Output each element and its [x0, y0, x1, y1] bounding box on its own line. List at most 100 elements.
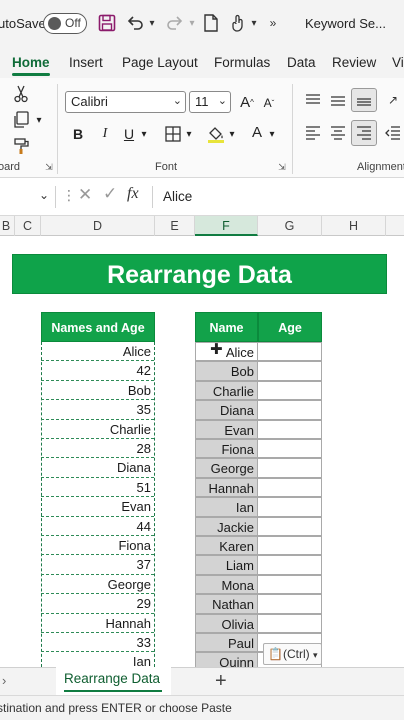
cut-icon[interactable] — [12, 84, 30, 104]
name-cell[interactable]: Liam — [195, 555, 258, 575]
list-cell[interactable]: Hannah — [41, 614, 154, 633]
list-cell[interactable]: Bob — [41, 381, 154, 401]
list-cell[interactable]: Charlie — [41, 420, 154, 439]
name-cell[interactable]: Mona — [195, 574, 258, 595]
customize-toolbar-icon[interactable]: » — [266, 12, 280, 34]
age-cell[interactable] — [258, 497, 322, 517]
save-icon[interactable] — [96, 12, 118, 34]
align-left-icon[interactable] — [303, 122, 323, 144]
age-cell[interactable] — [258, 594, 322, 614]
formula-input[interactable]: Alice — [152, 186, 404, 208]
paste-options-button[interactable]: 📋(Ctrl) ▾ — [263, 643, 322, 665]
align-bottom-icon[interactable] — [351, 88, 377, 112]
column-header-f[interactable]: F — [195, 216, 258, 236]
column-header-h[interactable]: H — [322, 216, 386, 236]
name-box[interactable]: ⌄ — [0, 186, 56, 208]
add-sheet-button[interactable]: + — [215, 670, 227, 693]
fill-color-icon[interactable] — [206, 122, 226, 146]
list-cell[interactable]: Diana — [41, 458, 154, 478]
list-cell[interactable]: 33 — [41, 633, 154, 653]
search-box[interactable]: Keyword Se... — [305, 16, 386, 31]
confirm-icon[interactable]: ✓ — [103, 184, 117, 204]
name-cell[interactable]: Quinn — [195, 652, 258, 667]
fill-dropdown-icon[interactable]: ▾ — [226, 124, 238, 144]
align-center-icon[interactable] — [328, 122, 348, 144]
name-cell[interactable]: Alice — [195, 342, 258, 362]
list-cell[interactable]: 35 — [41, 400, 154, 420]
column-header-b[interactable]: B — [0, 216, 15, 236]
insert-function-button[interactable]: fx — [127, 185, 139, 203]
name-cell[interactable]: Hannah — [195, 477, 258, 498]
list-cell[interactable]: Alice — [41, 342, 154, 362]
list-cell[interactable]: George — [41, 575, 154, 595]
list-header[interactable]: Names and Age — [41, 312, 155, 342]
underline-dropdown-icon[interactable]: ▾ — [138, 124, 150, 144]
banner-title[interactable]: Rearrange Data — [12, 254, 387, 294]
age-cell[interactable] — [258, 439, 322, 459]
age-cell[interactable] — [258, 400, 322, 420]
tab-data[interactable]: Data — [287, 55, 316, 70]
column-header-g[interactable]: G — [258, 216, 322, 236]
decrease-font-icon[interactable]: Aˇ — [259, 92, 279, 114]
tab-formulas[interactable]: Formulas — [214, 55, 270, 70]
name-cell[interactable]: Ian — [195, 497, 258, 517]
age-cell[interactable] — [258, 380, 322, 401]
font-color-icon[interactable]: A — [248, 120, 266, 144]
list-cell[interactable]: 44 — [41, 517, 154, 536]
redo-dropdown-icon[interactable]: ▾ — [186, 12, 198, 34]
column-header-d[interactable]: D — [41, 216, 155, 236]
orientation-icon[interactable]: ↗ — [382, 90, 404, 110]
list-cell[interactable]: Ian — [41, 652, 154, 667]
undo-dropdown-icon[interactable]: ▾ — [146, 12, 158, 34]
redo-icon[interactable] — [164, 12, 186, 34]
format-painter-icon[interactable] — [12, 136, 32, 156]
name-cell[interactable]: Paul — [195, 633, 258, 653]
clipboard-launcher-icon[interactable]: ⇲ — [43, 160, 55, 174]
align-middle-icon[interactable] — [328, 90, 348, 110]
sheet-nav-icon[interactable]: › — [2, 673, 6, 688]
font-size-select[interactable]: 11 ⌄ — [189, 91, 231, 113]
age-cell[interactable] — [258, 342, 322, 362]
age-cell[interactable] — [258, 613, 322, 633]
age-cell[interactable] — [258, 361, 322, 381]
age-cell[interactable] — [258, 574, 322, 595]
name-cell[interactable]: Nathan — [195, 594, 258, 614]
age-cell[interactable] — [258, 516, 322, 536]
increase-font-icon[interactable]: A ^ — [236, 90, 258, 114]
touch-dropdown-icon[interactable]: ▾ — [248, 12, 260, 34]
age-header[interactable]: Age — [258, 312, 322, 342]
name-cell[interactable]: Jackie — [195, 516, 258, 536]
tab-insert[interactable]: Insert — [69, 55, 103, 70]
list-cell[interactable]: Fiona — [41, 536, 154, 556]
decrease-indent-icon[interactable] — [382, 122, 404, 144]
borders-icon[interactable] — [163, 122, 183, 146]
column-header-c[interactable]: C — [15, 216, 41, 236]
borders-dropdown-icon[interactable]: ▾ — [183, 124, 195, 144]
font-launcher-icon[interactable]: ⇲ — [276, 160, 288, 174]
font-name-select[interactable]: Calibri ⌄ — [65, 91, 186, 113]
tab-home[interactable]: Home — [12, 55, 50, 70]
list-cell[interactable]: 42 — [41, 361, 154, 381]
name-cell[interactable]: Bob — [195, 361, 258, 381]
age-cell[interactable] — [258, 555, 322, 575]
list-cell[interactable]: 28 — [41, 439, 154, 459]
bold-button[interactable]: B — [68, 122, 88, 146]
name-cell[interactable]: Evan — [195, 419, 258, 439]
underline-button[interactable]: U — [120, 122, 138, 146]
age-cell[interactable] — [258, 477, 322, 498]
italic-button[interactable]: I — [95, 122, 115, 146]
tab-page-layout[interactable]: Page Layout — [122, 55, 198, 70]
age-cell[interactable] — [258, 536, 322, 556]
cancel-icon[interactable]: ✕ — [78, 185, 92, 205]
align-right-icon[interactable] — [351, 120, 377, 146]
sheet-tab-rearrange-data[interactable]: Rearrange Data — [56, 667, 171, 696]
name-cell[interactable]: Diana — [195, 400, 258, 420]
list-cell[interactable]: 37 — [41, 555, 154, 575]
touch-mode-icon[interactable] — [228, 12, 248, 34]
copy-dropdown-icon[interactable]: ▾ — [34, 112, 44, 128]
undo-icon[interactable] — [124, 12, 146, 34]
name-cell[interactable]: Charlie — [195, 380, 258, 401]
list-cell[interactable]: 29 — [41, 594, 154, 614]
tab-review[interactable]: Review — [332, 55, 376, 70]
worksheet-grid[interactable]: Rearrange Data Names and Age Name Age Al… — [0, 237, 404, 667]
